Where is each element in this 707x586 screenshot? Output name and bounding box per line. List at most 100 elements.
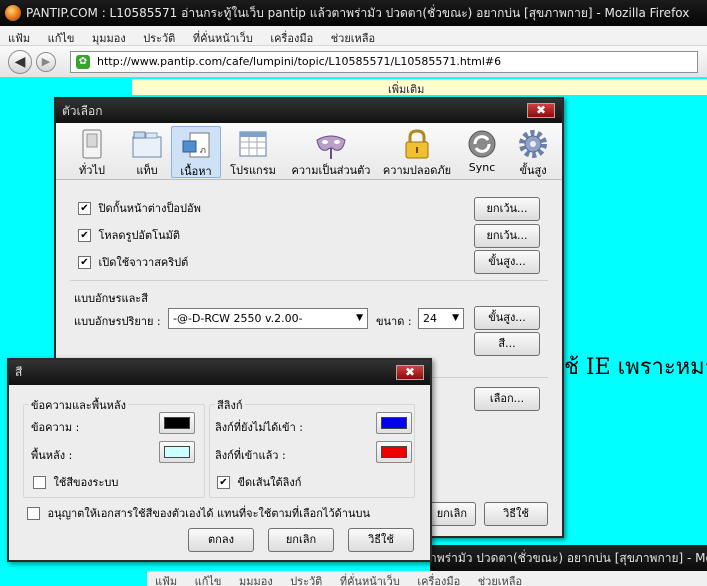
tab-sync[interactable]: Sync — [460, 126, 504, 178]
options-dialog-title: ตัวเลือก — [62, 104, 103, 118]
font-size-value: 24 — [423, 312, 437, 325]
second-menu-tools[interactable]: เครื่องมือ — [409, 571, 466, 586]
page-body-text: ช้ IE เพราะหมา — [564, 355, 707, 380]
menu-tools[interactable]: เครื่องมือ — [262, 26, 319, 47]
menu-view[interactable]: มุมมอง — [84, 26, 132, 47]
tab-applications[interactable]: โปรแกรม — [224, 126, 282, 178]
content-icon: ภ — [180, 129, 212, 161]
text-color-button[interactable] — [159, 412, 195, 434]
colors-close-button[interactable]: ✖ — [396, 365, 424, 380]
default-font-select[interactable]: -@-D-RCW 2550 v.2.00- ▼ — [168, 308, 368, 329]
allow-page-colors-checkbox[interactable] — [27, 506, 40, 520]
colors-cancel-button[interactable]: ยกเลิก — [268, 528, 334, 552]
enable-javascript-checkbox[interactable]: ✔ — [78, 255, 91, 269]
close-icon: ✖ — [404, 365, 416, 379]
options-cancel-button[interactable]: ยกเลิก — [428, 502, 476, 526]
tab-general[interactable]: ทั่วไป — [62, 126, 122, 178]
load-images-label[interactable]: โหลดรูปอัตโนมัติ — [99, 226, 181, 244]
allow-page-colors-row: อนุญาตให้เอกสารใช้สีของตัวเองได้ แทนที่จ… — [27, 504, 370, 522]
sync-icon — [466, 128, 498, 160]
second-menu-edit[interactable]: แก้ไข — [187, 571, 228, 586]
menu-history[interactable]: ประวัติ — [135, 26, 181, 47]
visited-links-label: ลิงก์ที่เข้าแล้ว : — [215, 449, 286, 462]
forward-arrow-icon: ▶ — [41, 55, 51, 68]
colors-title-bar: สี ✖ — [9, 360, 430, 385]
colors-dialog: สี ✖ ข้อความและพื้นหลัง ข้อความ : พื้นหล… — [7, 358, 432, 562]
back-arrow-icon: ◀ — [14, 54, 26, 70]
background-color-button[interactable] — [159, 441, 195, 463]
tab-general-label: ทั่วไป — [79, 164, 105, 177]
options-tab-bar: ทั่วไป แท็บ ภ เนื้อหา โปรแกรม ความเป็นส่… — [56, 123, 562, 180]
firefox-title-bar: PANTIP.COM : L10585571 อ่านกระทู้ในเว็บ … — [0, 0, 707, 26]
default-font-label: แบบอักษรปริยาย : — [74, 315, 161, 328]
unvisited-links-color-button[interactable] — [376, 412, 412, 434]
forward-button[interactable]: ▶ — [36, 52, 56, 72]
popup-exceptions-button[interactable]: ยกเว้น... — [474, 197, 540, 221]
tab-tabs[interactable]: แท็บ — [122, 126, 172, 178]
background-color-label: พื้นหลัง : — [31, 449, 73, 462]
second-menu-bookmarks[interactable]: ที่คั่นหน้าเว็บ — [332, 571, 406, 586]
tab-security[interactable]: ความปลอดภัย — [380, 126, 454, 178]
gear-icon — [517, 128, 549, 160]
page-top-text: เพิ่มเติม — [388, 83, 425, 96]
second-menu-history[interactable]: ประวัติ — [282, 571, 328, 586]
tab-privacy[interactable]: ความเป็นส่วนตัว — [288, 126, 374, 178]
colors-ok-button[interactable]: ตกลง — [188, 528, 254, 552]
firefox-menu-bar: แฟ้ม แก้ไข มุมมอง ประวัติ ที่คั่นหน้าเว็… — [0, 26, 707, 46]
applications-icon — [237, 128, 269, 160]
link-colors-heading: สีลิงก์ — [215, 396, 245, 414]
second-menu-view[interactable]: มุมมอง — [231, 571, 279, 586]
fonts-colors-heading: แบบอักษรและสี — [74, 292, 148, 305]
tab-content-label: เนื้อหา — [180, 165, 212, 178]
second-menu-help[interactable]: ช่วยเหลือ — [470, 571, 528, 586]
tab-advanced-label: ขั้นสูง — [519, 164, 547, 177]
colors-dialog-title: สี — [15, 365, 23, 379]
text-background-heading: ข้อความและพื้นหลัง — [29, 396, 128, 414]
default-font-value: -@-D-RCW 2550 v.2.00- — [173, 312, 303, 325]
javascript-advanced-button[interactable]: ขั้นสูง... — [474, 250, 540, 274]
options-help-button[interactable]: วิธีใช้ — [484, 502, 548, 526]
use-system-colors-label[interactable]: ใช้สีของระบบ — [54, 473, 119, 491]
tab-sync-label: Sync — [468, 161, 496, 174]
enable-javascript-label[interactable]: เปิดใช้จาวาสคริปต์ — [99, 253, 189, 271]
block-popups-label[interactable]: ปิดกั้นหน้าต่างป็อปอัพ — [99, 199, 201, 217]
chevron-down-icon: ▼ — [452, 313, 459, 323]
allow-page-colors-label[interactable]: อนุญาตให้เอกสารใช้สีของตัวเองได้ แทนที่จ… — [48, 504, 371, 522]
options-close-button[interactable]: ✖ — [527, 103, 555, 118]
colors-help-button[interactable]: วิธีใช้ — [348, 528, 414, 552]
separator — [70, 280, 548, 281]
visited-links-color-button[interactable] — [376, 441, 412, 463]
checkmark-icon: ✔ — [219, 476, 228, 488]
underline-links-label[interactable]: ขีดเส้นใต้ลิงก์ — [238, 473, 302, 491]
background-color-swatch — [164, 446, 190, 458]
menu-file[interactable]: แฟ้ม — [0, 26, 36, 47]
navigation-toolbar: ◀ ▶ ✿ http://www.pantip.com/cafe/lumpini… — [0, 46, 707, 78]
second-window-menu-bar: แฟ้ม แก้ไข มุมมอง ประวัติ ที่คั่นหน้าเว็… — [147, 571, 707, 586]
unvisited-links-swatch — [381, 417, 407, 429]
second-window-title-bar[interactable]: าพร่ามัว ปวดตา(ชั่วขณะ) อยากบ่น [สุขภาพก… — [430, 545, 707, 571]
tab-content[interactable]: ภ เนื้อหา — [171, 126, 221, 178]
unvisited-links-label: ลิงก์ที่ยังไม่ได้เข้า : — [215, 421, 303, 434]
fonts-advanced-button[interactable]: ขั้นสูง... — [474, 306, 540, 330]
image-exceptions-button[interactable]: ยกเว้น... — [474, 224, 540, 248]
block-popups-row: ✔ ปิดกั้นหน้าต่างป็อปอัพ — [78, 199, 201, 217]
tab-advanced[interactable]: ขั้นสูง — [508, 126, 558, 178]
tab-security-label: ความปลอดภัย — [382, 164, 452, 177]
checkmark-icon: ✔ — [80, 202, 89, 214]
url-text[interactable]: http://www.pantip.com/cafe/lumpini/topic… — [97, 55, 501, 68]
svg-text:ภ: ภ — [200, 146, 206, 156]
menu-edit[interactable]: แก้ไข — [40, 26, 81, 47]
second-menu-file[interactable]: แฟ้ม — [147, 571, 183, 586]
load-images-checkbox[interactable]: ✔ — [78, 228, 91, 242]
use-system-colors-checkbox[interactable] — [33, 475, 46, 489]
underline-links-checkbox[interactable]: ✔ — [217, 475, 230, 489]
back-button[interactable]: ◀ — [8, 50, 32, 74]
checkmark-icon: ✔ — [80, 256, 89, 268]
languages-choose-button[interactable]: เลือก... — [474, 387, 540, 411]
colors-button[interactable]: สี... — [474, 332, 540, 356]
menu-bookmarks[interactable]: ที่คั่นหน้าเว็บ — [185, 26, 259, 47]
font-size-select[interactable]: 24 ▼ — [418, 308, 464, 329]
block-popups-checkbox[interactable]: ✔ — [78, 201, 91, 215]
url-bar[interactable]: ✿ http://www.pantip.com/cafe/lumpini/top… — [70, 51, 698, 73]
menu-help[interactable]: ช่วยเหลือ — [323, 26, 381, 47]
